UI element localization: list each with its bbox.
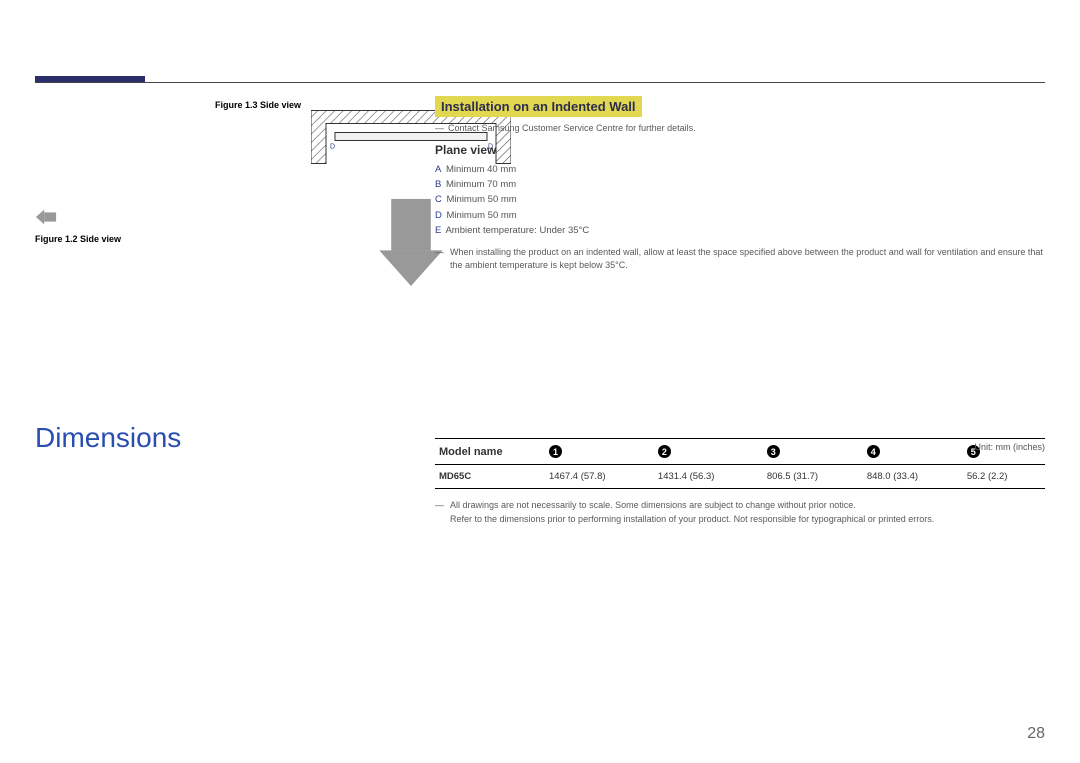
- upper-section: B A C E Figure 1.2 Side view Figure 1.3 …: [35, 96, 1045, 290]
- dimensions-table: Model name 1 2 3 4 5 MD65C 1467.4 (57.8)…: [435, 438, 1045, 489]
- svg-text:D: D: [330, 144, 335, 151]
- dimensions-data: Unit: mm (inches) Model name 1 2 3 4 5 M…: [435, 438, 1045, 526]
- col-4: 4: [863, 439, 963, 465]
- page-number: 28: [1027, 725, 1045, 743]
- unit-label: Unit: mm (inches): [974, 442, 1045, 452]
- col-1: 1: [545, 439, 654, 465]
- col-3: 3: [763, 439, 863, 465]
- installation-warning: ― When installing the product on an inde…: [435, 246, 1045, 273]
- col-model: Model name: [435, 439, 545, 465]
- spec-c: C Minimum 50 mm: [435, 192, 1045, 207]
- header-rule: [35, 82, 1045, 83]
- arrow-left-icon: [35, 206, 57, 228]
- contact-note: ― Contact Samsung Customer Service Centr…: [435, 123, 1045, 133]
- plane-view-heading: Plane view: [435, 143, 1045, 157]
- dimensions-notes: ― All drawings are not necessarily to sc…: [435, 499, 1045, 526]
- table-row: MD65C 1467.4 (57.8) 1431.4 (56.3) 806.5 …: [435, 465, 1045, 489]
- dimensions-section: Dimensions: [35, 422, 1045, 492]
- spec-b: B Minimum 70 mm: [435, 177, 1045, 192]
- col-2: 2: [654, 439, 763, 465]
- spec-d: D Minimum 50 mm: [435, 208, 1045, 223]
- figure-1-2-caption: Figure 1.2 Side view: [35, 234, 155, 244]
- spec-a: A Minimum 40 mm: [435, 162, 1045, 177]
- installation-section: Installation on an Indented Wall ― Conta…: [435, 96, 1045, 273]
- installation-title: Installation on an Indented Wall: [435, 96, 642, 117]
- figure-1-3-caption: Figure 1.3 Side view: [215, 100, 301, 110]
- spec-e: E Ambient temperature: Under 35°C: [435, 223, 1045, 238]
